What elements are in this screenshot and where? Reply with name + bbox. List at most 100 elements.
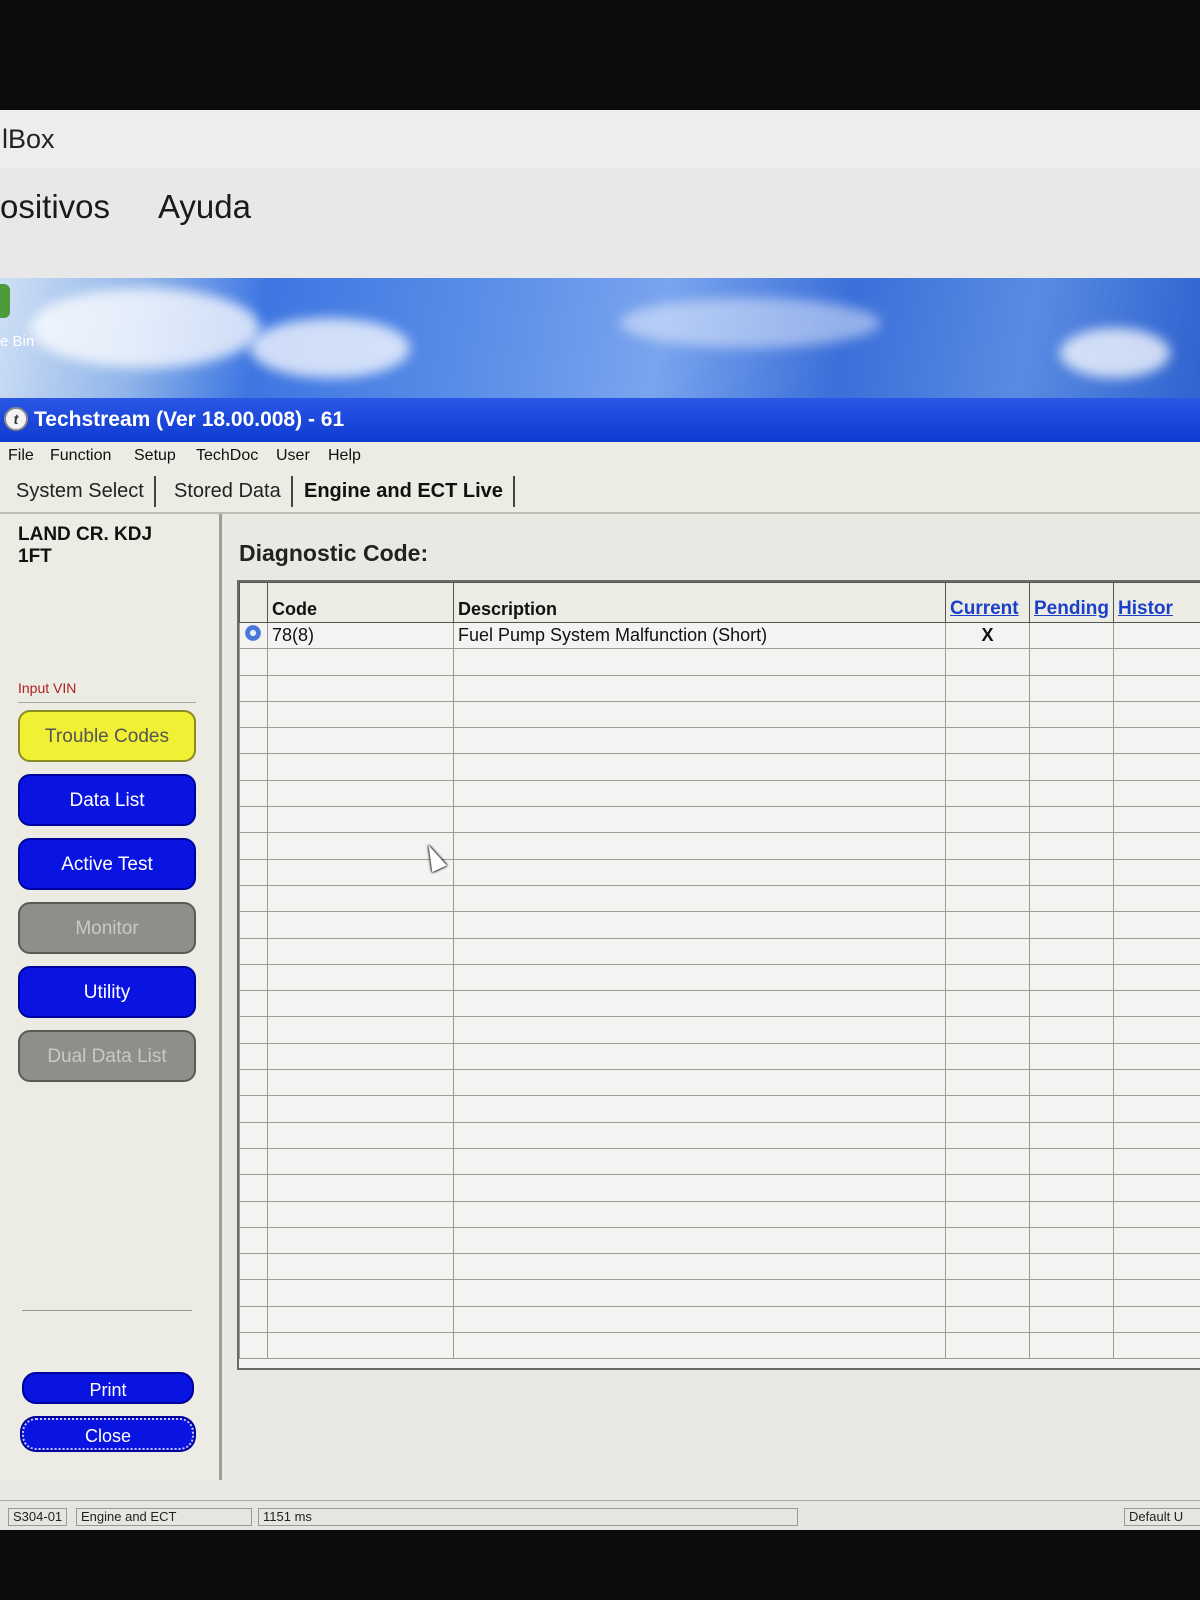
empty-cell bbox=[1113, 648, 1200, 676]
vbox-menubar: ositivos Ayuda bbox=[0, 168, 1200, 278]
empty-cell bbox=[1113, 1042, 1200, 1071]
table-row-empty bbox=[239, 648, 1200, 676]
empty-cell bbox=[945, 937, 1030, 965]
table-row[interactable]: 78(8) Fuel Pump System Malfunction (Shor… bbox=[239, 621, 1200, 650]
empty-cell bbox=[239, 1174, 268, 1202]
empty-cell bbox=[1029, 806, 1114, 834]
menu-file[interactable]: File bbox=[8, 447, 34, 465]
trouble-codes-button[interactable]: Trouble Codes bbox=[18, 710, 196, 762]
monitor-button: Monitor bbox=[18, 902, 196, 954]
input-vin-link[interactable]: Input VIN bbox=[18, 680, 76, 696]
empty-cell bbox=[453, 1200, 946, 1228]
empty-cell bbox=[267, 1121, 454, 1149]
table-row-empty bbox=[239, 674, 1200, 702]
empty-cell bbox=[267, 1226, 454, 1255]
empty-cell bbox=[239, 1332, 268, 1360]
tab-system-select[interactable]: System Select bbox=[6, 476, 156, 507]
empty-cell bbox=[453, 832, 946, 860]
data-list-button[interactable]: Data List bbox=[18, 774, 196, 826]
table-row-empty bbox=[239, 832, 1200, 860]
empty-cell bbox=[1029, 1042, 1114, 1071]
vbox-menu-ayuda[interactable]: Ayuda bbox=[158, 188, 251, 226]
virtualbox-screen: lBox ositivos Ayuda e Bin t Techstream (… bbox=[0, 110, 1200, 1530]
empty-cell bbox=[1029, 1016, 1114, 1044]
table-row-empty bbox=[239, 1121, 1200, 1149]
empty-cell bbox=[239, 1069, 268, 1097]
table-row-empty bbox=[239, 937, 1200, 965]
empty-cell bbox=[1029, 1095, 1114, 1123]
menu-help[interactable]: Help bbox=[328, 447, 361, 465]
col-pending-link[interactable]: Pending bbox=[1029, 582, 1114, 623]
empty-cell bbox=[1113, 674, 1200, 702]
table-row-empty bbox=[239, 806, 1200, 834]
empty-cell bbox=[267, 1332, 454, 1360]
menu-user[interactable]: User bbox=[276, 447, 310, 465]
empty-cell bbox=[1113, 806, 1200, 834]
empty-cell bbox=[267, 806, 454, 834]
empty-cell bbox=[945, 648, 1030, 676]
empty-cell bbox=[1029, 1305, 1114, 1334]
status-bar: S304-01 Engine and ECT 1151 ms Default U bbox=[0, 1500, 1200, 1530]
empty-cell bbox=[453, 990, 946, 1018]
empty-cell bbox=[1113, 858, 1200, 886]
techstream-menubar: File Function Setup TechDoc User Help bbox=[0, 442, 1200, 470]
dtc-current: X bbox=[945, 621, 1030, 650]
empty-cell bbox=[1113, 963, 1200, 992]
empty-cell bbox=[1029, 753, 1114, 781]
empty-cell bbox=[1029, 1253, 1114, 1281]
recycle-bin-icon[interactable] bbox=[0, 284, 10, 318]
empty-cell bbox=[267, 1042, 454, 1071]
empty-cell bbox=[1113, 1174, 1200, 1202]
divider bbox=[18, 702, 196, 703]
tab-stored-data[interactable]: Stored Data bbox=[164, 476, 293, 507]
empty-cell bbox=[453, 884, 946, 913]
empty-cell bbox=[239, 911, 268, 939]
empty-cell bbox=[1113, 753, 1200, 781]
empty-cell bbox=[239, 674, 268, 702]
menu-function[interactable]: Function bbox=[50, 447, 111, 465]
empty-cell bbox=[453, 806, 946, 834]
empty-cell bbox=[453, 1279, 946, 1307]
empty-cell bbox=[945, 700, 1030, 729]
table-header-row: Code Description Current Pending Histor bbox=[239, 582, 1200, 623]
empty-cell bbox=[1113, 884, 1200, 913]
empty-cell bbox=[1029, 648, 1114, 676]
function-sidebar: LAND CR. KDJ 1FT Input VIN Trouble Codes… bbox=[0, 514, 222, 1480]
empty-cell bbox=[1029, 1226, 1114, 1255]
col-current-link[interactable]: Current bbox=[945, 582, 1030, 623]
table-row-empty bbox=[239, 1226, 1200, 1255]
close-button[interactable]: Close bbox=[22, 1418, 194, 1450]
cloud bbox=[250, 318, 410, 378]
divider bbox=[22, 1310, 192, 1311]
vbox-title-bar: lBox bbox=[0, 110, 1200, 168]
tab-engine-ect-live[interactable]: Engine and ECT Live bbox=[294, 476, 515, 507]
menu-setup[interactable]: Setup bbox=[134, 447, 176, 465]
menu-techdoc[interactable]: TechDoc bbox=[196, 447, 258, 465]
active-test-button[interactable]: Active Test bbox=[18, 838, 196, 890]
empty-cell bbox=[239, 700, 268, 729]
empty-cell bbox=[1029, 1279, 1114, 1307]
empty-cell bbox=[945, 1147, 1030, 1176]
empty-cell bbox=[453, 648, 946, 676]
utility-button[interactable]: Utility bbox=[18, 966, 196, 1018]
empty-cell bbox=[1113, 1069, 1200, 1097]
table-row-empty bbox=[239, 1016, 1200, 1044]
empty-cell bbox=[945, 1332, 1030, 1360]
empty-cell bbox=[945, 963, 1030, 992]
empty-cell bbox=[267, 1016, 454, 1044]
empty-cell bbox=[453, 1305, 946, 1334]
empty-cell bbox=[945, 1279, 1030, 1307]
empty-cell bbox=[1029, 1121, 1114, 1149]
vbox-menu-dispositivos[interactable]: ositivos bbox=[0, 188, 110, 226]
empty-cell bbox=[945, 1226, 1030, 1255]
col-select bbox=[239, 582, 268, 623]
print-button[interactable]: Print bbox=[22, 1372, 194, 1404]
table-row-empty bbox=[239, 1253, 1200, 1281]
col-history-link[interactable]: Histor bbox=[1113, 582, 1200, 623]
recycle-bin-label[interactable]: e Bin bbox=[0, 333, 34, 350]
empty-cell bbox=[267, 884, 454, 913]
empty-cell bbox=[267, 648, 454, 676]
table-row-empty bbox=[239, 911, 1200, 939]
empty-cell bbox=[945, 1200, 1030, 1228]
empty-cell bbox=[1113, 1305, 1200, 1334]
